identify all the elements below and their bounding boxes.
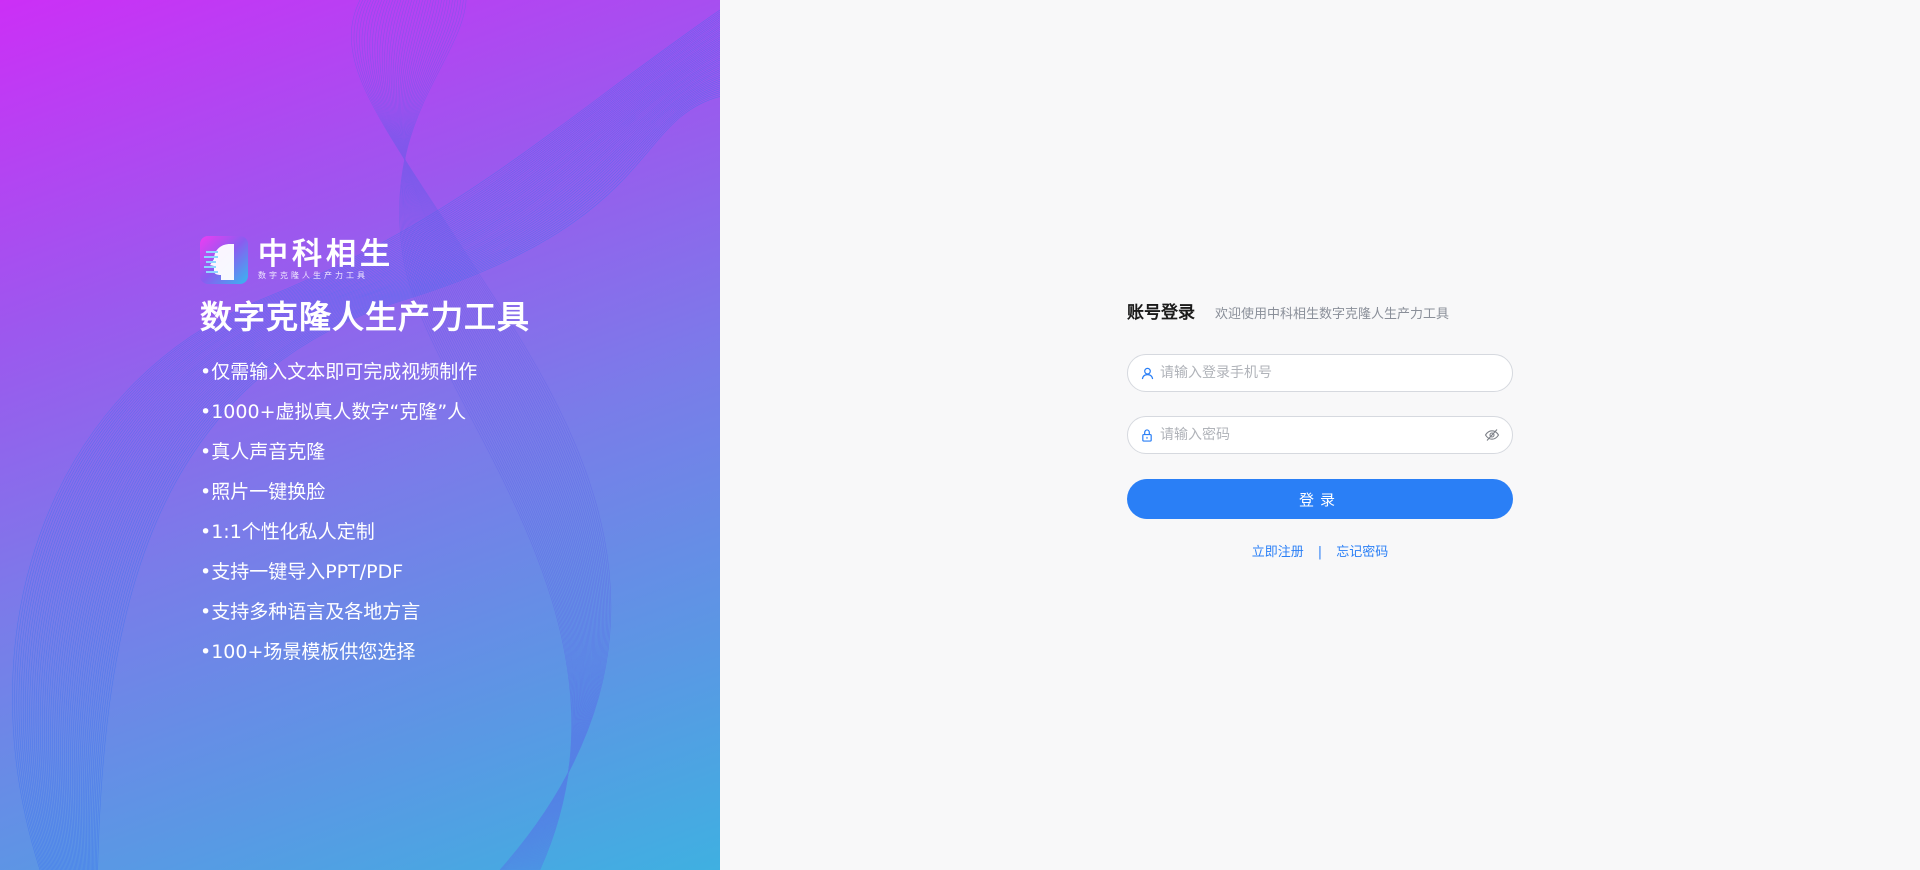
feature-item: 支持多种语言及各地方言 bbox=[200, 592, 530, 632]
brand: 中科相生 数字克隆人生产力工具 bbox=[200, 234, 530, 286]
face-profile-icon bbox=[204, 244, 234, 280]
login-area: 账号登录 欢迎使用中科相生数字克隆人生产力工具 请输入登录手机号 登录 立即注册… bbox=[720, 0, 1920, 870]
lock-icon bbox=[1140, 428, 1154, 442]
user-icon bbox=[1140, 366, 1154, 380]
login-header: 账号登录 欢迎使用中科相生数字克隆人生产力工具 bbox=[1127, 298, 1513, 328]
brand-logo bbox=[200, 236, 248, 284]
login-button[interactable]: 登录 bbox=[1127, 479, 1513, 519]
feature-item: 1:1个性化私人定制 bbox=[200, 512, 530, 552]
eye-off-icon[interactable] bbox=[1484, 427, 1500, 443]
feature-list: 仅需输入文本即可完成视频制作 1000+虚拟真人数字“克隆”人 真人声音克隆 照… bbox=[200, 352, 530, 672]
login-page: 中科相生 数字克隆人生产力工具 数字克隆人生产力工具 仅需输入文本即可完成视频制… bbox=[0, 0, 1920, 870]
link-separator: | bbox=[1317, 545, 1323, 560]
auth-links: 立即注册 | 忘记密码 bbox=[1127, 541, 1513, 560]
register-link[interactable]: 立即注册 bbox=[1252, 545, 1304, 560]
password-input[interactable] bbox=[1158, 426, 1484, 444]
hero-content: 中科相生 数字克隆人生产力工具 数字克隆人生产力工具 仅需输入文本即可完成视频制… bbox=[200, 234, 530, 672]
phone-field[interactable] bbox=[1127, 354, 1513, 392]
feature-item: 真人声音克隆 bbox=[200, 432, 530, 472]
feature-item: 1000+虚拟真人数字“克隆”人 bbox=[200, 392, 530, 432]
password-field[interactable] bbox=[1127, 416, 1513, 454]
forgot-password-link[interactable]: 忘记密码 bbox=[1336, 545, 1388, 560]
brand-subtitle: 数字克隆人生产力工具 bbox=[258, 271, 368, 280]
feature-item: 100+场景模板供您选择 bbox=[200, 632, 530, 672]
feature-item: 支持一键导入PPT/PDF bbox=[200, 552, 530, 592]
feature-item: 仅需输入文本即可完成视频制作 bbox=[200, 352, 530, 392]
login-title: 账号登录 bbox=[1127, 303, 1195, 323]
brand-text: 中科相生 数字克隆人生产力工具 bbox=[258, 239, 394, 281]
hero-tagline: 数字克隆人生产力工具 bbox=[200, 298, 531, 336]
brand-name: 中科相生 bbox=[258, 237, 394, 272]
feature-item: 照片一键换脸 bbox=[200, 472, 530, 512]
phone-input[interactable] bbox=[1158, 364, 1500, 382]
hero-panel: 中科相生 数字克隆人生产力工具 数字克隆人生产力工具 仅需输入文本即可完成视频制… bbox=[0, 0, 720, 870]
login-form: 账号登录 欢迎使用中科相生数字克隆人生产力工具 请输入登录手机号 登录 立即注册… bbox=[1127, 298, 1513, 560]
login-welcome-text: 欢迎使用中科相生数字克隆人生产力工具 bbox=[1215, 307, 1450, 322]
